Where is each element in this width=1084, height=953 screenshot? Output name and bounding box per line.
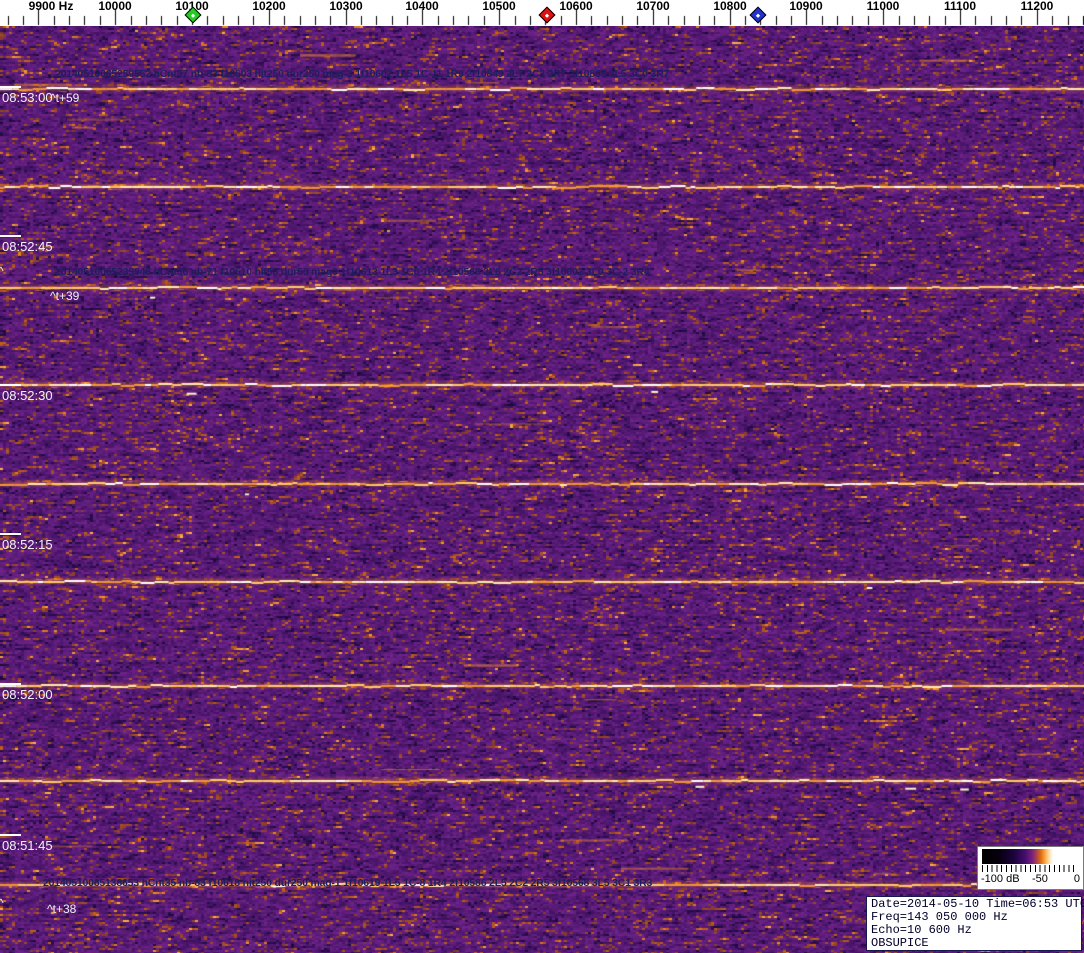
time-label: 08:52:00 bbox=[2, 687, 53, 702]
freq-tick-label: 10600 bbox=[559, 0, 593, 13]
event-time-marker-label: ^t+38 bbox=[47, 902, 77, 916]
meteor-echo-spectrogram-app: 9900 Hz100001010010200103001040010500106… bbox=[0, 0, 1084, 953]
spectrogram-waterfall[interactable]: 08:53:00 08:52:45 08:52:30 08:52:15 08:52:00… bbox=[0, 26, 1084, 953]
time-label: 08:52:45 bbox=[2, 239, 53, 254]
freq-tick-label: 10900 bbox=[789, 0, 823, 13]
freq-tick-label: 10700 bbox=[636, 0, 670, 13]
event-time-marker-label: ^t+59 bbox=[50, 91, 80, 105]
time-axis-tick bbox=[0, 683, 21, 685]
observation-info-box: Date=2014-05-10 Time=06:53 UTC Freq=143 … bbox=[866, 896, 1084, 951]
marker-center-dot bbox=[190, 12, 196, 18]
freq-tick-label: 11100 bbox=[943, 0, 977, 13]
detection-annotation-text: 20140510065138653 hCnt35 nb-83 f10618 hi… bbox=[43, 877, 653, 889]
time-label: 08:52:15 bbox=[2, 537, 53, 552]
event-time-marker-label: ^ bbox=[0, 264, 4, 278]
marker-center-dot bbox=[755, 12, 761, 18]
db-scale-ticks bbox=[982, 865, 1078, 872]
freq-tick-label: 10300 bbox=[329, 0, 363, 13]
db-label-min: -100 dB bbox=[981, 873, 1020, 885]
db-label-mid: -50 bbox=[1032, 873, 1048, 885]
event-time-marker-label: ^t+39 bbox=[50, 289, 80, 303]
db-gradient-bar bbox=[982, 849, 1078, 864]
freq-tick-label: 10400 bbox=[405, 0, 439, 13]
time-axis-tick bbox=[0, 384, 21, 386]
spectrogram-canvas[interactable] bbox=[0, 26, 1084, 953]
time-axis-tick bbox=[0, 834, 21, 836]
db-scale-labels: -100 dB -50 0 bbox=[981, 873, 1080, 887]
detection-annotation-text: 20140510065259552 hCnt37 nb-83 f10603 hi… bbox=[55, 68, 670, 80]
info-station: OBSUPICE bbox=[871, 936, 929, 950]
freq-tick-label: 10000 bbox=[98, 0, 132, 13]
freq-tick-label: 11200 bbox=[1020, 0, 1054, 13]
freq-tick-label: 11000 bbox=[866, 0, 900, 13]
time-axis-tick bbox=[0, 235, 21, 237]
event-time-marker-label: ^ bbox=[0, 896, 4, 910]
db-label-max: 0 bbox=[1073, 873, 1080, 885]
time-label: 08:52:30 bbox=[2, 388, 53, 403]
time-axis-tick bbox=[0, 533, 21, 535]
freq-tick-label: 10800 bbox=[713, 0, 747, 13]
detection-annotation-text: 20140510065239948 hCnt36 nb-71 f10610 hi… bbox=[55, 266, 650, 278]
marker-center-dot bbox=[544, 12, 550, 18]
frequency-ruler[interactable]: 9900 Hz100001010010200103001040010500106… bbox=[0, 0, 1084, 26]
time-label: 08:51:45 bbox=[2, 838, 53, 853]
freq-tick-label: 10200 bbox=[252, 0, 286, 13]
time-label: 08:53:00 bbox=[2, 90, 53, 105]
time-axis-tick bbox=[0, 86, 21, 88]
db-scale-legend: -100 dB -50 0 bbox=[977, 846, 1084, 890]
freq-tick-label: 9900 Hz bbox=[28, 0, 74, 13]
freq-tick-label: 10500 bbox=[482, 0, 516, 13]
